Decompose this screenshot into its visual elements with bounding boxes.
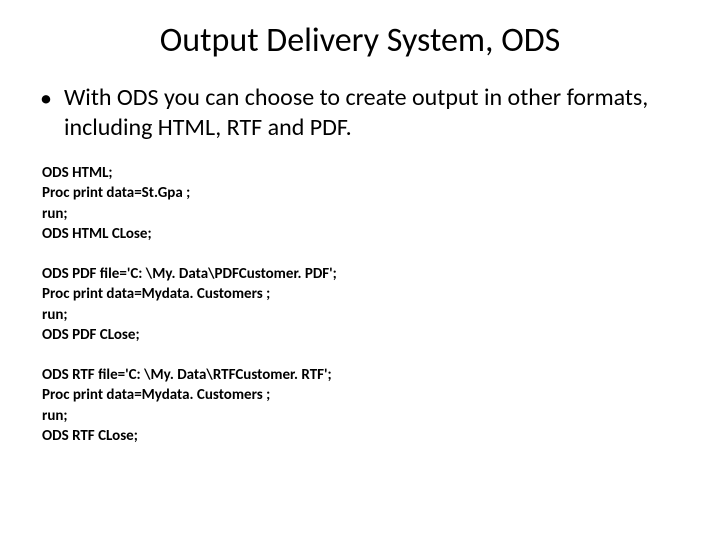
slide-title: Output Delivery System, ODS — [40, 20, 680, 61]
code-line: ODS RTF CLose; — [42, 426, 680, 446]
code-line: run; — [42, 204, 680, 224]
code-line: ODS HTML CLose; — [42, 224, 680, 244]
code-line: run; — [42, 406, 680, 426]
code-block-html: ODS HTML; Proc print data=St.Gpa ; run; … — [42, 163, 680, 244]
code-line: ODS PDF CLose; — [42, 325, 680, 345]
code-block-rtf: ODS RTF file='C: \My. Data\RTFCustomer. … — [42, 365, 680, 446]
bullet-marker: • — [40, 85, 52, 114]
code-line: Proc print data=St.Gpa ; — [42, 183, 680, 203]
code-line: run; — [42, 305, 680, 325]
code-line: Proc print data=Mydata. Customers ; — [42, 385, 680, 405]
bullet-text: With ODS you can choose to create output… — [64, 83, 680, 143]
code-section: ODS HTML; Proc print data=St.Gpa ; run; … — [42, 163, 680, 446]
bullet-item: • With ODS you can choose to create outp… — [40, 83, 680, 143]
code-block-pdf: ODS PDF file='C: \My. Data\PDFCustomer. … — [42, 264, 680, 345]
code-line: ODS RTF file='C: \My. Data\RTFCustomer. … — [42, 365, 680, 385]
code-line: Proc print data=Mydata. Customers ; — [42, 284, 680, 304]
code-line: ODS PDF file='C: \My. Data\PDFCustomer. … — [42, 264, 680, 284]
code-line: ODS HTML; — [42, 163, 680, 183]
